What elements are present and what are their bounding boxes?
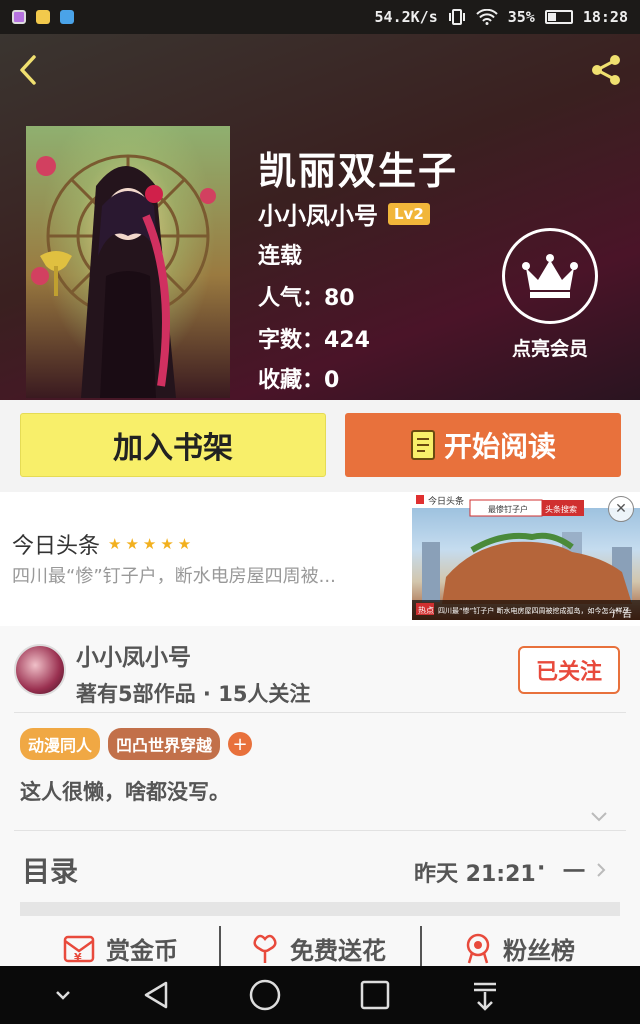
word-count: 字数：424 xyxy=(258,328,370,353)
recent-apps-square-icon[interactable] xyxy=(358,978,392,1012)
tag-world-crossover[interactable]: 凹凸世界穿越 xyxy=(108,728,221,760)
coin-envelope-icon: ¥ xyxy=(63,935,95,964)
wifi-icon xyxy=(476,9,498,25)
battery-icon xyxy=(544,10,573,24)
author-row: 小小凤小号 Lv2 xyxy=(258,196,430,231)
ad-label: 广告 xyxy=(612,607,632,620)
ad-image[interactable]: 今日头条 最惨钉子户 头条搜索 热点 四川最“惨”钉子户 断水电房屋四周被挖成孤… xyxy=(412,492,640,620)
divider xyxy=(14,830,626,831)
ad-banner[interactable]: 今日头条 ★★★★★ 四川最“惨”钉子户，断水电房屋四周被... 今日头条 最惨… xyxy=(0,492,640,626)
vip-label: 点亮会员 xyxy=(511,338,588,360)
gallery-app-icon xyxy=(12,10,26,24)
home-circle-icon[interactable] xyxy=(248,978,282,1012)
hide-nav-chevron-icon[interactable] xyxy=(46,978,80,1012)
level-badge: Lv2 xyxy=(388,202,430,225)
vip-membership-button[interactable]: 点亮会员 xyxy=(500,228,600,361)
author-section: 小小凤小号 著有5部作品 · 15人关注 已关注 动漫同人 凹凸世界穿越 + 这… xyxy=(0,626,640,966)
ad-image-caption: 四川最“惨”钉子户 断水电房屋四周被挖成孤岛，如今怎么样了 xyxy=(438,606,629,615)
toc-separator: · xyxy=(537,856,546,881)
tag-fan-fiction[interactable]: 动漫同人 xyxy=(20,728,101,760)
start-reading-label: 开始阅读 xyxy=(443,430,556,463)
rating-stars: ★★★★★ xyxy=(108,535,196,553)
network-speed: 54.2K/s xyxy=(374,8,438,26)
last-update-time: 昨天 21:21 xyxy=(414,862,536,887)
ad-close-button[interactable]: ✕ xyxy=(608,496,634,522)
latest-chapter: 一 xyxy=(563,860,586,885)
ad-image-search-text: 最惨钉子户 xyxy=(488,504,528,514)
ad-headline: 四川最“惨”钉子户，断水电房屋四周被... xyxy=(12,566,336,587)
cover-artwork xyxy=(31,154,216,398)
chevron-down-icon[interactable] xyxy=(590,810,608,824)
book-icon xyxy=(410,430,435,460)
action-buttons: 加入书架 开始阅读 xyxy=(0,400,640,492)
reader-app-icon xyxy=(36,10,50,24)
ad-photo: 今日头条 最惨钉子户 头条搜索 热点 四川最“惨”钉子户 断水电房屋四周被挖成孤… xyxy=(412,492,640,620)
book-cover-image[interactable] xyxy=(26,126,230,398)
ad-source: 今日头条 ★★★★★ xyxy=(12,528,195,560)
divider xyxy=(420,926,422,966)
send-flowers-button[interactable]: 免费送花 xyxy=(250,928,386,968)
ad-image-search-button: 头条搜索 xyxy=(545,504,577,514)
serial-status: 连载 xyxy=(258,244,303,269)
book-title: 凯丽双生子 xyxy=(258,149,459,193)
fan-ranking-label: 粉丝榜 xyxy=(503,936,575,965)
send-flowers-label: 免费送花 xyxy=(290,936,386,965)
message-app-icon xyxy=(60,10,74,24)
author-profile-name[interactable]: 小小凤小号 xyxy=(76,638,191,672)
add-tag-button[interactable]: + xyxy=(228,732,253,756)
clock: 18:28 xyxy=(582,8,628,26)
back-arrow-icon[interactable] xyxy=(14,52,44,88)
author-name[interactable]: 小小凤小号 xyxy=(258,196,378,231)
system-nav-bar xyxy=(0,966,640,1024)
add-to-shelf-label: 加入书架 xyxy=(113,431,233,466)
chevron-right-icon xyxy=(597,863,606,877)
section-separator xyxy=(20,902,620,916)
favorites-count: 收藏：0 xyxy=(258,368,340,393)
tag-list: 动漫同人 凹凸世界穿越 + xyxy=(20,728,253,760)
status-bar: 54.2K/s 35% 18:28 xyxy=(0,0,640,34)
avatar[interactable] xyxy=(14,644,66,696)
fan-ranking-button[interactable]: 粉丝榜 xyxy=(463,928,575,968)
share-icon[interactable] xyxy=(588,52,624,88)
ad-source-name: 今日头条 xyxy=(12,534,101,559)
add-to-shelf-button[interactable]: 加入书架 xyxy=(20,413,326,477)
ad-image-hot-tag: 热点 xyxy=(418,605,434,615)
author-bio: 这人很懒，啥都没写。 xyxy=(20,780,230,804)
divider xyxy=(219,926,221,966)
toc-title: 目录 xyxy=(22,855,79,888)
vip-circle xyxy=(502,228,598,324)
table-of-contents-row[interactable]: 目录 昨天 21:21 · 一 xyxy=(0,832,640,908)
ad-image-app-label: 今日头条 xyxy=(428,495,464,507)
popularity: 人气：80 xyxy=(258,286,355,311)
crown-icon xyxy=(522,254,578,298)
flower-icon xyxy=(253,934,277,963)
follow-button[interactable]: 已关注 xyxy=(518,646,620,694)
reward-coins-label: 赏金币 xyxy=(106,936,178,965)
back-triangle-icon[interactable] xyxy=(140,978,174,1012)
battery-percent: 35% xyxy=(507,8,535,26)
svg-text:¥: ¥ xyxy=(74,951,82,964)
author-stats: 著有5部作品 · 15人关注 xyxy=(76,682,311,706)
ranking-medal-icon xyxy=(466,933,490,964)
divider xyxy=(14,712,626,713)
vibrate-icon xyxy=(448,9,465,25)
notification-pulldown-icon[interactable] xyxy=(468,978,502,1012)
reward-coins-button[interactable]: ¥ 赏金币 xyxy=(62,928,178,968)
notification-icons xyxy=(12,10,74,24)
start-reading-button[interactable]: 开始阅读 xyxy=(345,413,621,477)
book-header: 凯丽双生子 小小凤小号 Lv2 连载 人气：80 字数：424 收藏：0 点亮会… xyxy=(0,34,640,400)
